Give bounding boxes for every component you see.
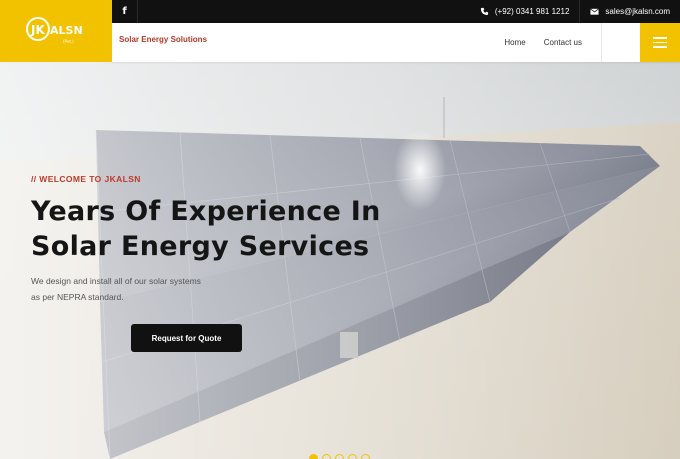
email-contact[interactable]: sales@jkalsn.com [579, 0, 680, 23]
phone-number: (+92) 0341 981 1212 [494, 7, 570, 16]
phone-contact[interactable]: (+92) 0341 981 1212 [470, 0, 580, 23]
site-tagline: Solar Energy Solutions [119, 34, 208, 44]
hero-headline: Years Of Experience In Solar Energy Serv… [31, 196, 381, 262]
jkalsn-logo-icon: JK ALSN (Pvt.) [26, 17, 83, 44]
nav-contact-us[interactable]: Contact us [535, 38, 591, 47]
top-bar: f (+92) 0341 981 1212 sales@jkalsn.com [112, 0, 680, 23]
nav-divider [601, 23, 602, 62]
brand-logo[interactable]: JK ALSN (Pvt.) [0, 0, 112, 62]
slider-dot[interactable] [335, 454, 344, 459]
hero-subtext: We design and install all of our solar s… [31, 276, 201, 302]
slider-dot[interactable] [361, 454, 370, 459]
main-nav: Solar Energy Solutions Home Contact us [112, 23, 680, 62]
nav-home[interactable]: Home [495, 38, 534, 47]
svg-text:JK: JK [30, 23, 45, 37]
svg-text:(Pvt.): (Pvt.) [63, 39, 74, 44]
hero-text: // WELCOME TO JKALSN Years Of Experience… [31, 174, 451, 305]
email-address: sales@jkalsn.com [605, 7, 670, 16]
hamburger-menu-button[interactable] [640, 23, 680, 62]
slider-dot[interactable] [309, 454, 318, 459]
request-quote-button[interactable]: Request for Quote [131, 324, 242, 352]
svg-text:ALSN: ALSN [50, 24, 83, 37]
envelope-icon [590, 8, 600, 15]
slider-dot[interactable] [348, 454, 357, 459]
slider-dot[interactable] [322, 454, 331, 459]
facebook-link[interactable]: f [112, 0, 138, 23]
hamburger-menu-icon [653, 37, 667, 39]
hero-slider: // WELCOME TO JKALSN Years Of Experience… [0, 62, 680, 459]
hero-eyebrow: // WELCOME TO JKALSN [31, 174, 141, 184]
facebook-icon: f [122, 6, 127, 17]
slider-dots [309, 454, 370, 459]
phone-icon [480, 7, 488, 16]
